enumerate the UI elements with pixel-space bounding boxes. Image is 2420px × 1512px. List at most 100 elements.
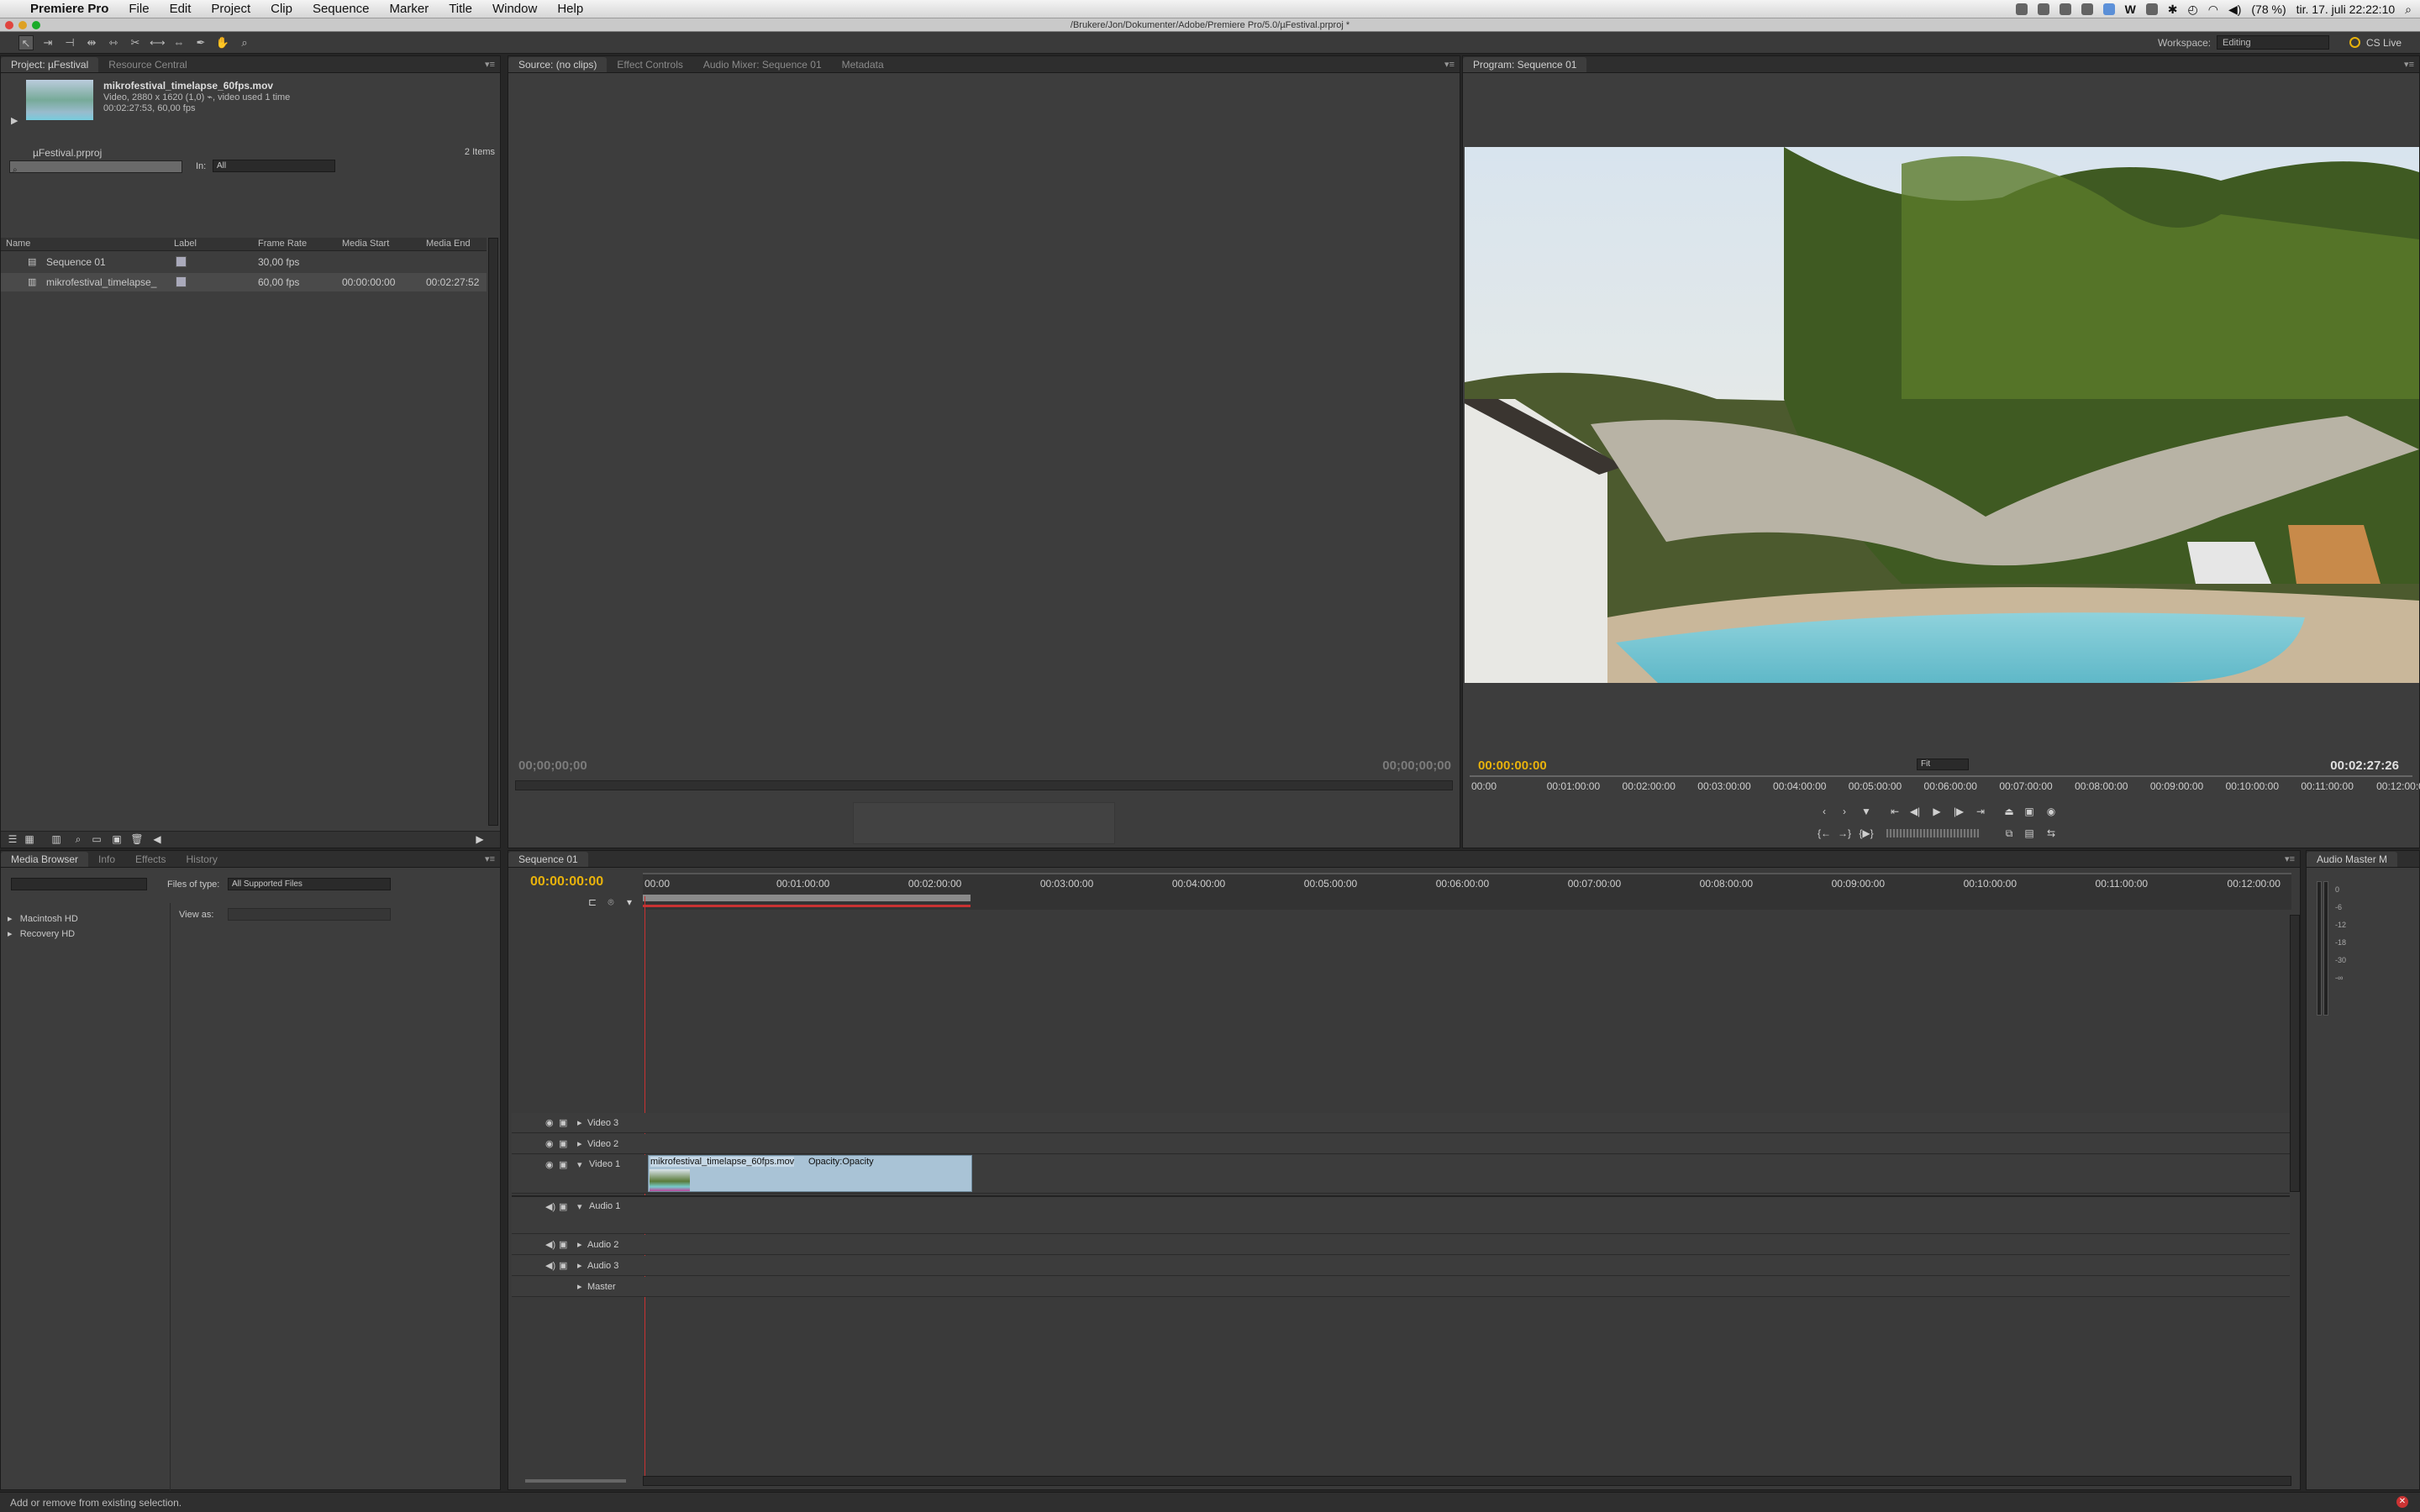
menu-marker[interactable]: Marker: [380, 2, 439, 16]
cs-live-button[interactable]: CS Live: [2366, 37, 2402, 49]
source-timecode-in[interactable]: 00;00;00;00: [518, 759, 587, 773]
lock-track-icon[interactable]: ▣: [559, 1239, 567, 1250]
list-view-icon[interactable]: ☰: [4, 832, 21, 847]
snap-icon[interactable]: ⊏: [584, 895, 601, 910]
panel-menu-icon[interactable]: ▾≡: [1444, 59, 1455, 70]
set-marker-icon[interactable]: ⌾: [602, 895, 619, 910]
export-frame-icon[interactable]: ◉: [2043, 804, 2060, 819]
lock-track-icon[interactable]: ▣: [559, 1117, 567, 1128]
tab-effect-controls[interactable]: Effect Controls: [607, 57, 692, 72]
step-forward-frame-icon[interactable]: |▶: [1950, 804, 1967, 819]
new-bin-icon[interactable]: ▭: [88, 832, 105, 847]
status-icon[interactable]: [2081, 3, 2093, 15]
project-item-clip[interactable]: ▥ mikrofestival_timelapse_ 60,00 fps 00:…: [1, 273, 487, 291]
project-scrollbar[interactable]: [488, 238, 498, 826]
panel-menu-icon[interactable]: ▾≡: [485, 59, 495, 70]
app-menu[interactable]: Premiere Pro: [20, 2, 118, 16]
toggle-track-output-icon[interactable]: ◀): [545, 1201, 555, 1212]
work-area-bar[interactable]: [643, 895, 971, 901]
expand-track-icon[interactable]: ▸: [577, 1239, 582, 1250]
go-to-in-icon[interactable]: ⇤: [1886, 804, 1903, 819]
bluetooth-icon[interactable]: ✱: [2168, 3, 2178, 17]
status-icon[interactable]: [2059, 3, 2071, 15]
tab-audio-mixer[interactable]: Audio Mixer: Sequence 01: [693, 57, 832, 72]
lock-track-icon[interactable]: ▣: [559, 1201, 567, 1212]
expand-track-icon[interactable]: ▸: [577, 1281, 582, 1292]
step-back-frame-icon[interactable]: ◀|: [1907, 804, 1923, 819]
time-machine-icon[interactable]: ◴: [2188, 3, 2198, 17]
word-icon[interactable]: W: [2125, 3, 2136, 16]
tab-resource-central[interactable]: Resource Central: [98, 57, 197, 72]
find-icon[interactable]: ⌕: [70, 832, 87, 847]
view-as-select[interactable]: [228, 908, 391, 921]
timeline-timecode[interactable]: 00:00:00:00: [530, 874, 603, 890]
track-audio-3[interactable]: ◀) ▣ ▸ Audio 3: [512, 1256, 2290, 1276]
timeline-vertical-scrollbar[interactable]: [2290, 915, 2300, 1192]
menu-edit[interactable]: Edit: [160, 2, 202, 16]
go-to-out-icon[interactable]: ⇥: [1972, 804, 1989, 819]
zoom-slider[interactable]: [525, 1479, 626, 1483]
tab-sequence[interactable]: Sequence 01: [508, 852, 588, 867]
tab-program[interactable]: Program: Sequence 01: [1463, 57, 1587, 72]
track-audio-2[interactable]: ◀) ▣ ▸ Audio 2: [512, 1235, 2290, 1255]
label-swatch[interactable]: [176, 276, 187, 287]
scroll-left-icon[interactable]: ◀: [149, 832, 166, 847]
panel-menu-icon[interactable]: ▾≡: [485, 853, 495, 864]
expand-track-icon[interactable]: ▸: [577, 1138, 582, 1149]
source-time-ruler[interactable]: [515, 780, 1453, 790]
column-media-end[interactable]: Media End: [426, 239, 471, 249]
mark-in-icon[interactable]: {←: [1816, 826, 1833, 841]
drive-item[interactable]: ▸ Recovery HD: [8, 928, 75, 939]
trash-icon[interactable]: 🗑: [129, 832, 145, 847]
toggle-output-icon[interactable]: ◉: [545, 1159, 554, 1170]
project-item-sequence[interactable]: ▤ Sequence 01 30,00 fps: [1, 253, 487, 271]
tab-audio-master[interactable]: Audio Master M: [2307, 852, 2398, 867]
tab-media-browser[interactable]: Media Browser: [1, 852, 89, 867]
tab-history[interactable]: History: [176, 852, 228, 867]
timeline-horizontal-scrollbar[interactable]: [643, 1476, 2291, 1486]
toggle-output-icon[interactable]: ◉: [545, 1117, 554, 1128]
expand-track-icon[interactable]: ▸: [577, 1260, 582, 1271]
lock-track-icon[interactable]: ▣: [559, 1159, 567, 1170]
close-window-icon[interactable]: [5, 21, 13, 29]
program-time-ruler[interactable]: 00:00 00:01:00:00 00:02:00:00 00:03:00:00 00…: [1470, 775, 2420, 797]
clock[interactable]: tir. 17. juli 22:22:10: [2296, 3, 2396, 16]
menu-project[interactable]: Project: [201, 2, 260, 16]
collapse-track-icon[interactable]: ▾: [577, 1159, 582, 1170]
workspace-select[interactable]: Editing: [2217, 35, 2329, 50]
zoom-window-icon[interactable]: [32, 21, 40, 29]
output-icon[interactable]: ▤: [2021, 826, 2038, 841]
menu-window[interactable]: Window: [482, 2, 547, 16]
trim-icon[interactable]: ⇆: [2043, 826, 2060, 841]
extract-icon[interactable]: ▣: [2021, 804, 2038, 819]
track-select-tool-icon[interactable]: ⇥: [40, 35, 55, 50]
volume-icon[interactable]: ◀): [2228, 3, 2241, 17]
in-select[interactable]: All: [213, 160, 335, 172]
play-icon[interactable]: ▶: [1928, 804, 1945, 819]
pen-tool-icon[interactable]: ✒: [193, 35, 208, 50]
lock-track-icon[interactable]: ▣: [559, 1260, 567, 1271]
expand-track-icon[interactable]: ▸: [577, 1117, 582, 1128]
scroll-right-icon[interactable]: ▶: [471, 832, 488, 847]
track-audio-1[interactable]: ◀) ▣ ▾ Audio 1: [512, 1195, 2290, 1234]
status-icon[interactable]: [2015, 3, 2028, 15]
cs-live-icon[interactable]: [2349, 37, 2360, 48]
location-select[interactable]: [11, 878, 147, 890]
step-forward-icon[interactable]: ›: [1836, 804, 1853, 819]
search-input[interactable]: ⌕: [9, 160, 182, 175]
slip-tool-icon[interactable]: ⟷: [150, 35, 166, 50]
razor-tool-icon[interactable]: ✂: [128, 35, 143, 50]
panel-menu-icon[interactable]: ▾≡: [2404, 59, 2414, 70]
program-timecode[interactable]: 00:00:00:00: [1478, 759, 1547, 773]
track-master[interactable]: ▸ Master: [512, 1277, 2290, 1297]
toggle-track-output-icon[interactable]: ◀): [545, 1260, 555, 1271]
status-icon[interactable]: [2102, 3, 2115, 15]
toggle-output-icon[interactable]: ◉: [545, 1138, 554, 1149]
rate-stretch-tool-icon[interactable]: ⇿: [106, 35, 121, 50]
spotlight-icon[interactable]: ⌕: [2405, 3, 2412, 17]
menu-title[interactable]: Title: [439, 2, 482, 16]
mark-out-icon[interactable]: →}: [1836, 826, 1853, 841]
icon-view-icon[interactable]: ▦: [21, 832, 38, 847]
play-in-out-icon[interactable]: {▶}: [1858, 826, 1875, 841]
status-icon[interactable]: [2145, 3, 2158, 15]
